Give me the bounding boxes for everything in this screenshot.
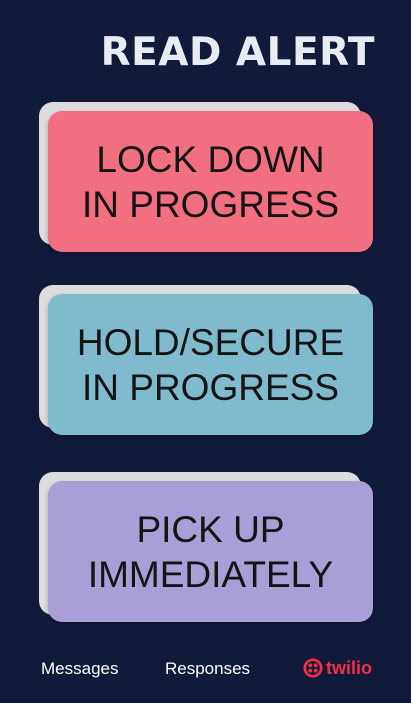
alert-label-line1: LOCK DOWN xyxy=(96,138,325,180)
lock-down-alert-card[interactable]: LOCK DOWN IN PROGRESS xyxy=(39,102,373,252)
page-title: READ ALERT xyxy=(100,30,375,75)
hold-secure-alert-card[interactable]: HOLD/SECURE IN PROGRESS xyxy=(39,285,373,435)
twilio-brand: twilio xyxy=(303,657,372,679)
alert-label-line2: IN PROGRESS xyxy=(82,366,339,408)
pick-up-alert-button[interactable]: PICK UP IMMEDIATELY xyxy=(48,481,373,622)
lock-down-alert-button[interactable]: LOCK DOWN IN PROGRESS xyxy=(48,111,373,252)
alert-label-line1: HOLD/SECURE xyxy=(76,321,345,363)
alert-label-line2: IN PROGRESS xyxy=(82,183,339,225)
alert-label-line1: PICK UP xyxy=(136,508,285,550)
footer-nav: Messages Responses twilio xyxy=(0,650,411,690)
pick-up-alert-card[interactable]: PICK UP IMMEDIATELY xyxy=(39,472,373,622)
hold-secure-alert-button[interactable]: HOLD/SECURE IN PROGRESS xyxy=(48,294,373,435)
responses-nav-link[interactable]: Responses xyxy=(165,659,250,679)
alert-label-line2: IMMEDIATELY xyxy=(87,553,334,595)
brand-name: twilio xyxy=(326,658,372,678)
messages-nav-link[interactable]: Messages xyxy=(41,659,118,679)
twilio-logo-icon xyxy=(303,658,323,678)
